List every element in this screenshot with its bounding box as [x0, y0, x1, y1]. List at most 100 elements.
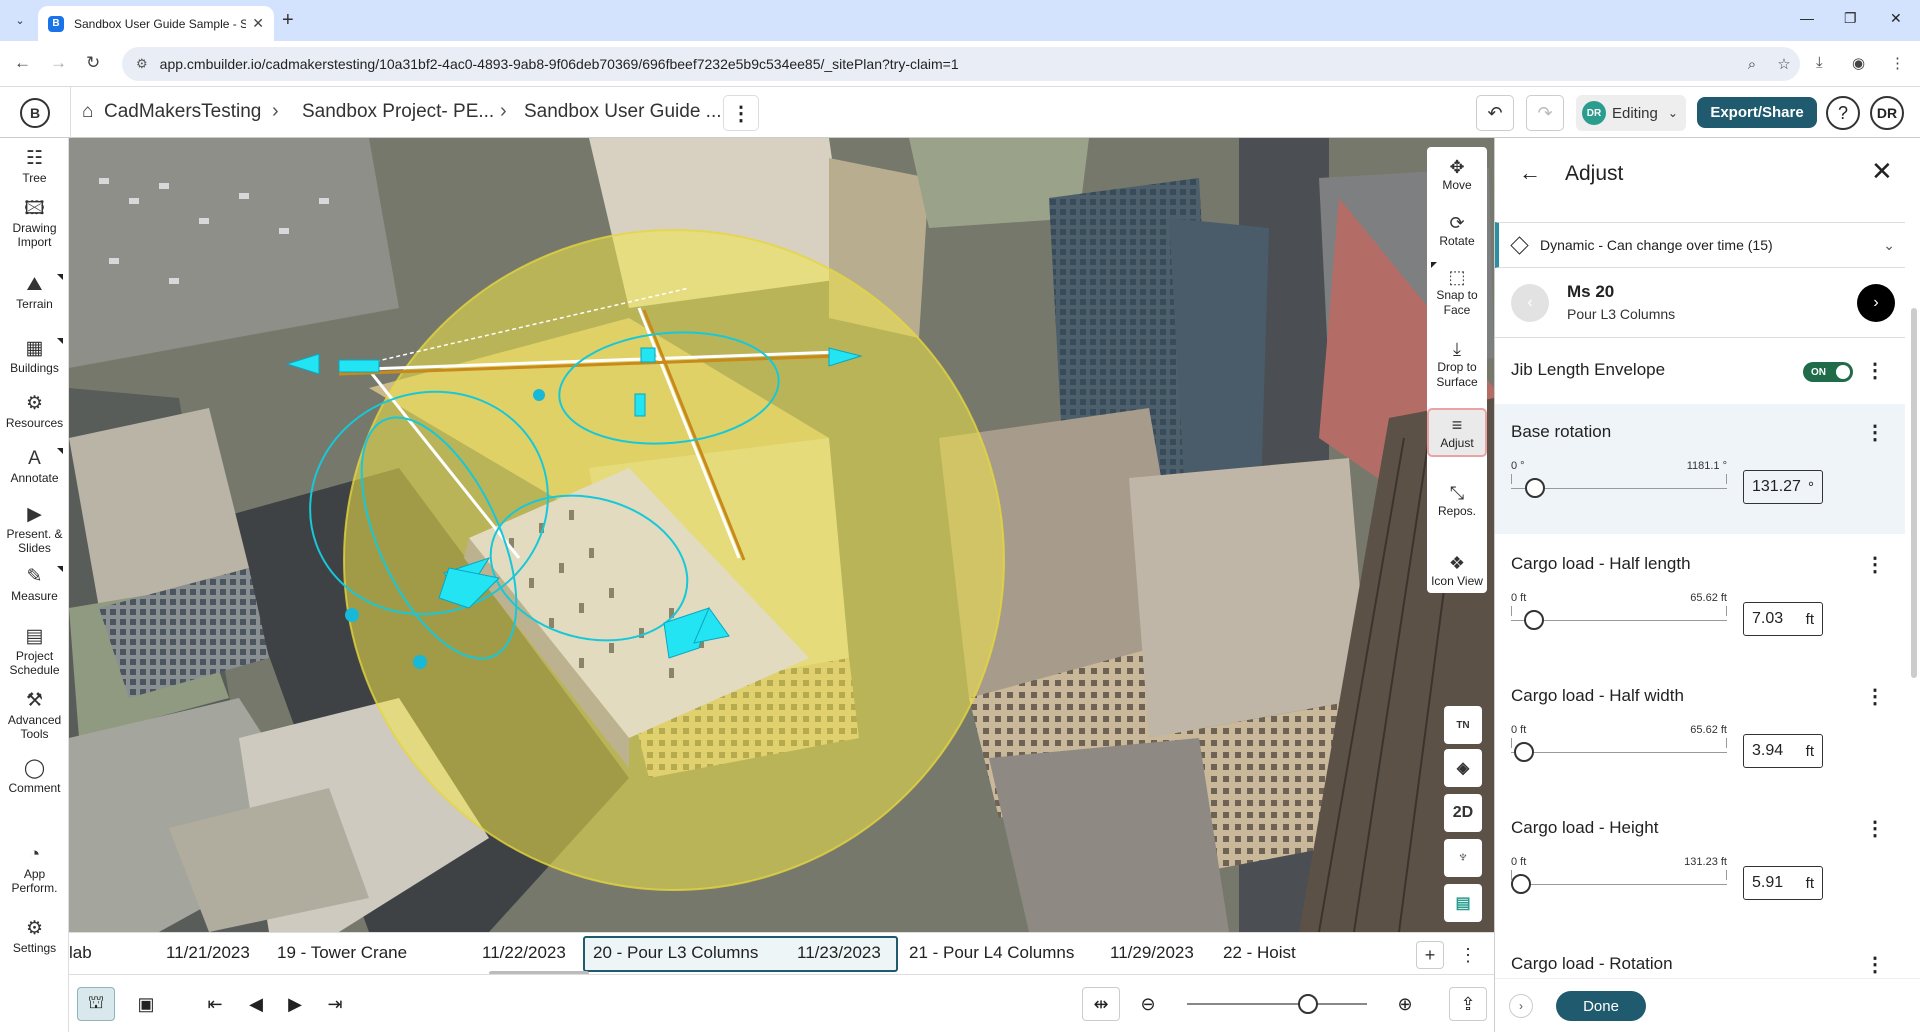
map-tool-snap-face[interactable]: ⬚ Snap to Face [1427, 262, 1487, 322]
tool-settings[interactable]: ⚙ Settings [0, 918, 69, 955]
zoom-slider-thumb[interactable] [1297, 994, 1318, 1014]
map-viewport[interactable] [69, 138, 1494, 932]
param-value-input[interactable]: 131.27 ° [1743, 470, 1823, 504]
tool-performance[interactable]: ◔ App Perform. [0, 844, 69, 895]
profile-icon[interactable]: ◉ [1852, 54, 1865, 72]
tab-close-icon[interactable]: ✕ [252, 15, 264, 32]
timeline-date[interactable]: 11/22/2023 [482, 943, 566, 963]
avatar[interactable]: DR [1870, 96, 1904, 130]
help-icon[interactable]: ? [1826, 96, 1860, 130]
editing-mode-dropdown[interactable]: DR Editing ⌄ [1576, 95, 1686, 131]
add-milestone-button[interactable]: + [1416, 941, 1444, 969]
back-icon[interactable]: ← [14, 53, 31, 73]
redo-button[interactable]: ↷ [1526, 95, 1564, 131]
zoom-out-icon[interactable]: ⊖ [1129, 987, 1167, 1021]
address-bar[interactable]: ⚙ app.cmbuilder.io/cadmakerstesting/10a3… [122, 47, 1800, 81]
timeline-item[interactable]: 20 - Pour L3 Columns [593, 943, 758, 963]
play-icon[interactable]: ▶ [276, 987, 314, 1021]
view-cube-icon[interactable]: ◈ [1444, 749, 1482, 787]
2d-toggle-button[interactable]: 2D [1444, 794, 1482, 832]
tool-buildings[interactable]: ▦ Buildings [0, 338, 69, 375]
site-info-icon[interactable]: ⚙ [136, 56, 148, 72]
slider-thumb[interactable] [1524, 610, 1545, 630]
home-icon[interactable]: ⌂ [82, 101, 93, 123]
more-options-button[interactable]: ⋮ [723, 95, 759, 131]
street-view-icon[interactable]: ♆ [1444, 839, 1482, 877]
envelope-menu-icon[interactable]: ⋮ [1865, 358, 1885, 383]
tool-comment[interactable]: ◯ Comment [0, 758, 69, 795]
timeline-zoom-slider[interactable] [1187, 1003, 1367, 1005]
tool-schedule[interactable]: ▤ Project Schedule [0, 626, 69, 677]
timeline-item[interactable]: 22 - Hoist [1223, 943, 1296, 963]
close-icon[interactable]: ✕ [1871, 156, 1893, 187]
fit-timeline-icon[interactable]: ⇹ [1082, 987, 1120, 1021]
param-menu-icon[interactable]: ⋮ [1865, 552, 1885, 577]
param-value-input[interactable]: 5.91 ft [1743, 866, 1823, 900]
tool-advanced-tools[interactable]: ⚒ Advanced Tools [0, 690, 69, 741]
envelope-toggle[interactable]: ON [1803, 362, 1853, 382]
export-share-button[interactable]: Export/Share [1697, 97, 1817, 128]
restore-icon[interactable]: ❐ [1844, 10, 1857, 27]
next-milestone-button[interactable]: › [1857, 284, 1895, 322]
map-tool-drop-surface[interactable]: ⤓ Drop to Surface [1427, 334, 1487, 394]
timeline-more-button[interactable]: ⋮ [1454, 941, 1482, 969]
done-button[interactable]: Done [1556, 991, 1646, 1021]
reload-icon[interactable]: ↻ [86, 53, 100, 73]
layers-icon[interactable]: ▤ [1444, 884, 1482, 922]
tool-drawing-import[interactable]: 🖾 Drawing Import [0, 198, 69, 249]
param-menu-icon[interactable]: ⋮ [1865, 952, 1885, 977]
skip-start-icon[interactable]: ⇤ [196, 987, 234, 1021]
param-menu-icon[interactable]: ⋮ [1865, 816, 1885, 841]
previous-milestone-button[interactable]: ‹ [1511, 284, 1549, 322]
param-value-input[interactable]: 7.03 ft [1743, 602, 1823, 636]
timeline-item[interactable]: 19 - Tower Crane [277, 943, 407, 963]
browser-menu-icon[interactable]: ⋮ [1890, 54, 1905, 72]
bookmark-star-icon[interactable]: ☆ [1768, 55, 1800, 73]
breadcrumb-org[interactable]: CadMakersTesting [104, 101, 261, 123]
download-icon[interactable]: ⤓ [1816, 54, 1823, 71]
map-tool-adjust[interactable]: ≡ Adjust [1427, 408, 1487, 457]
tool-tree[interactable]: ☷ Tree [0, 148, 69, 185]
param-value-input[interactable]: 3.94 ft [1743, 734, 1823, 768]
undo-button[interactable]: ↶ [1476, 95, 1514, 131]
dynamic-dropdown[interactable]: Dynamic - Can change over time (15) ⌄ [1495, 222, 1905, 268]
expand-chevron-icon[interactable]: › [1509, 994, 1533, 1018]
slider-thumb[interactable] [1524, 478, 1545, 498]
site-view-icon[interactable]: ⛫ [77, 987, 115, 1021]
map-tool-icon-view[interactable]: ❖ Icon View [1427, 548, 1487, 593]
timeline-item[interactable]: lab [69, 943, 92, 963]
skip-end-icon[interactable]: ⇥ [316, 987, 354, 1021]
tool-present[interactable]: ▶ Present. & Slides [0, 504, 69, 555]
new-tab-icon[interactable]: + [282, 9, 294, 32]
param-slider[interactable] [1511, 752, 1727, 753]
window-close-icon[interactable]: ✕ [1890, 10, 1902, 27]
breadcrumb-project[interactable]: Sandbox Project- PE... [302, 101, 494, 123]
timeline-date[interactable]: 11/23/2023 [797, 943, 881, 963]
slider-thumb[interactable] [1510, 874, 1531, 894]
tab-search-icon[interactable]: ⌄ [8, 8, 32, 32]
tool-resources[interactable]: ⚙ Resources [0, 393, 69, 430]
timeline-date[interactable]: 11/29/2023 [1110, 943, 1194, 963]
map-tool-move[interactable]: ✥ Move [1427, 152, 1487, 197]
browser-tab[interactable]: B Sandbox User Guide Sample - S ✕ [38, 6, 274, 41]
param-menu-icon[interactable]: ⋮ [1865, 684, 1885, 709]
tool-annotate[interactable]: A Annotate [0, 448, 69, 485]
map-tool-rotate[interactable]: ⟳ Rotate [1427, 208, 1487, 253]
true-north-icon[interactable]: TN [1444, 706, 1482, 744]
step-back-icon[interactable]: ◀ [237, 987, 275, 1021]
tool-measure[interactable]: ✎ Measure [0, 566, 69, 603]
minimize-icon[interactable]: — [1800, 10, 1814, 26]
param-menu-icon[interactable]: ⋮ [1865, 420, 1885, 445]
timeline-item[interactable]: 21 - Pour L4 Columns [909, 943, 1074, 963]
param-slider[interactable] [1511, 884, 1727, 885]
timeline-date[interactable]: 11/21/2023 [166, 943, 250, 963]
panel-scrollbar[interactable] [1911, 308, 1917, 678]
upload-icon[interactable]: ⇪ [1449, 987, 1487, 1021]
zoom-icon[interactable]: ⌕ [1736, 56, 1768, 73]
slideshow-icon[interactable]: ▣ [127, 987, 165, 1021]
slider-thumb[interactable] [1513, 742, 1534, 762]
map-tool-reposition[interactable]: ⤡ Repos. [1427, 478, 1487, 523]
tool-terrain[interactable]: ⛰ Terrain [0, 274, 69, 311]
back-arrow-icon[interactable]: ← [1519, 160, 1541, 186]
breadcrumb-plan[interactable]: Sandbox User Guide ... [524, 101, 722, 123]
